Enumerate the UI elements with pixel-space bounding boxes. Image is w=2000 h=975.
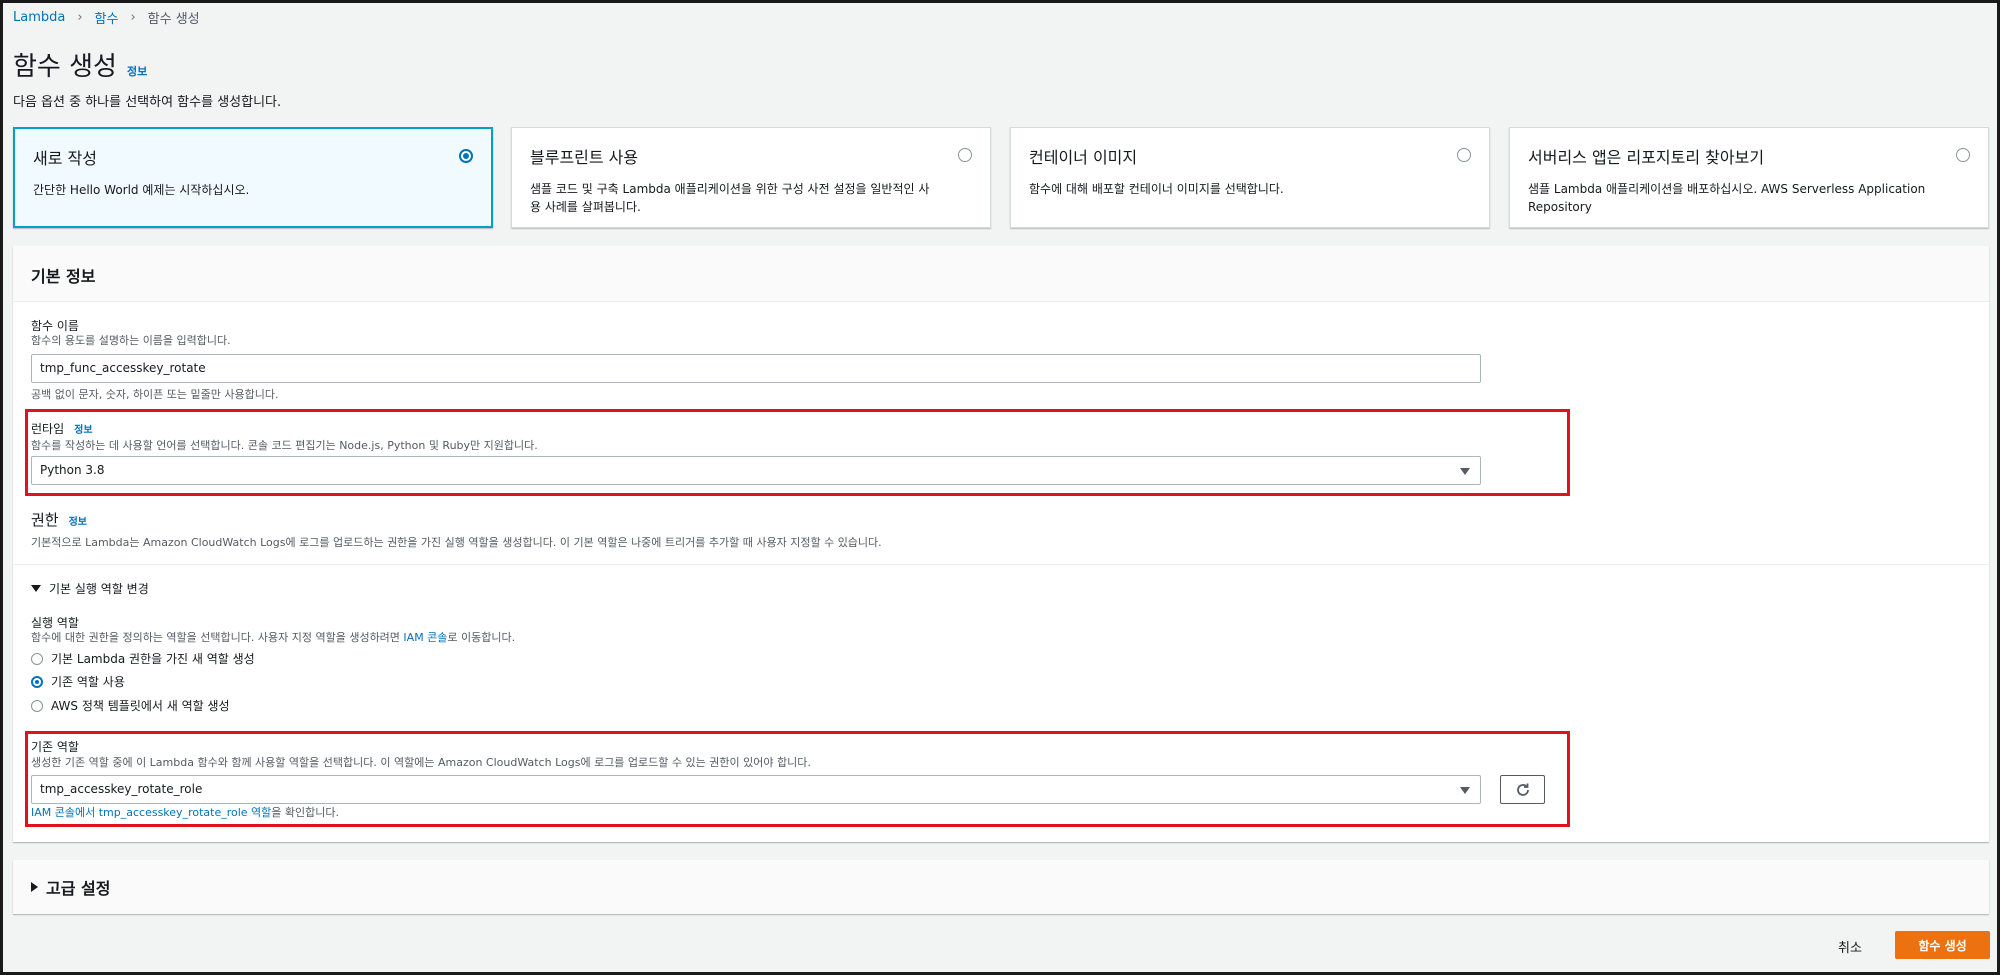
option-title: 서버리스 앱은 리포지토리 찾아보기 xyxy=(1528,148,1765,167)
permissions-title: 권한 xyxy=(31,511,59,529)
existing-role-select[interactable]: tmp_accesskey_rotate_role xyxy=(31,775,1481,804)
breadcrumb: Lambda › 함수 › 함수 생성 xyxy=(13,8,200,27)
option-blueprint[interactable]: 블루프린트 사용 샘플 코드 및 구축 Lambda 애플리케이션을 위한 구성… xyxy=(511,127,991,228)
exec-role-choice-label: AWS 정책 템플릿에서 새 역할 생성 xyxy=(51,699,230,713)
role-toggle[interactable]: 기본 실행 역할 변경 xyxy=(31,580,149,597)
iam-role-link[interactable]: IAM 콘솔에서 tmp_accesskey_rotate_role 역할 xyxy=(31,806,271,819)
runtime-description: 함수를 작성하는 데 사용할 언어를 선택합니다. 콘솔 코드 편집기는 Nod… xyxy=(31,439,538,452)
function-name-description: 함수의 용도를 설명하는 이름을 입력합니다. xyxy=(31,334,231,347)
option-serverless-repo[interactable]: 서버리스 앱은 리포지토리 찾아보기 샘플 Lambda 애플리케이션을 배포하… xyxy=(1509,127,1989,228)
permissions-description: 기본적으로 Lambda는 Amazon CloudWatch Logs에 로그… xyxy=(31,536,882,549)
page-description: 다음 옵션 중 하나를 선택하여 함수를 생성합니다. xyxy=(13,95,282,110)
radio-button[interactable] xyxy=(31,675,43,688)
breadcrumb-functions[interactable]: 함수 xyxy=(95,8,119,27)
exec-role-choice-label: 기존 역할 사용 xyxy=(51,675,125,689)
caret-down-icon xyxy=(1460,468,1470,475)
option-title: 새로 작성 xyxy=(33,149,97,168)
runtime-select-value: Python 3.8 xyxy=(40,463,105,477)
breadcrumb-current: 함수 생성 xyxy=(147,12,200,27)
existing-role-select-value: tmp_accesskey_rotate_role xyxy=(40,782,203,796)
exec-role-choice-label: 기본 Lambda 권한을 가진 새 역할 생성 xyxy=(51,652,255,666)
option-author-from-scratch[interactable]: 새로 작성 간단한 Hello World 예제는 시작하십시오. xyxy=(13,127,493,228)
runtime-select[interactable]: Python 3.8 xyxy=(31,456,1481,485)
caret-down-icon xyxy=(1460,787,1470,794)
option-title: 블루프린트 사용 xyxy=(530,148,639,167)
option-radio[interactable] xyxy=(1457,148,1471,162)
option-radio[interactable] xyxy=(1956,148,1970,162)
chevron-right-icon: › xyxy=(130,10,136,25)
advanced-settings-panel[interactable]: 고급 설정 xyxy=(13,860,1989,914)
existing-role-hint: IAM 콘솔에서 tmp_accesskey_rotate_role 역할을 확… xyxy=(31,804,339,820)
function-name-input[interactable]: tmp_func_accesskey_rotate xyxy=(31,354,1481,383)
existing-role-description: 생성한 기존 역할 중에 이 Lambda 함수와 함께 사용할 역할을 선택합… xyxy=(31,756,811,769)
advanced-settings-title: 고급 설정 xyxy=(46,879,111,898)
divider xyxy=(13,564,1989,565)
option-radio[interactable] xyxy=(459,149,473,163)
runtime-info-link[interactable]: 정보 xyxy=(74,421,92,436)
exec-role-description: 함수에 대한 권한을 정의하는 역할을 선택합니다. 사용자 지정 역할을 생성… xyxy=(31,629,515,645)
caret-down-icon xyxy=(31,585,41,592)
option-description: 샘플 코드 및 구축 Lambda 애플리케이션을 위한 구성 사전 설정을 일… xyxy=(530,182,930,214)
runtime-label-row: 런타임 정보 xyxy=(31,420,93,437)
permissions-info-link[interactable]: 정보 xyxy=(69,513,87,528)
page-title: 함수 생성 xyxy=(13,52,117,82)
radio-button[interactable] xyxy=(31,699,43,712)
exec-role-choice-template[interactable]: AWS 정책 템플릿에서 새 역할 생성 xyxy=(31,697,230,714)
create-function-button[interactable]: 함수 생성 xyxy=(1895,931,1990,959)
caret-right-icon xyxy=(31,882,38,892)
option-description: 함수에 대해 배포할 컨테이너 이미지를 선택합니다. xyxy=(1029,182,1284,196)
refresh-icon xyxy=(1516,783,1529,796)
option-description: 샘플 Lambda 애플리케이션을 배포하십시오. AWS Serverless… xyxy=(1528,182,1926,214)
existing-role-hint-suffix: 을 확인합니다. xyxy=(271,806,339,819)
basic-info-header: 기본 정보 xyxy=(13,246,1989,302)
iam-console-link[interactable]: IAM 콘솔 xyxy=(403,631,447,644)
option-title: 컨테이너 이미지 xyxy=(1029,148,1138,167)
creation-options: 새로 작성 간단한 Hello World 예제는 시작하십시오. 블루프린트 … xyxy=(13,127,1989,228)
exec-role-description-text: 함수에 대한 권한을 정의하는 역할을 선택합니다. 사용자 지정 역할을 생성… xyxy=(31,631,404,644)
exec-role-choice-existing[interactable]: 기존 역할 사용 xyxy=(31,673,125,690)
role-toggle-label: 기본 실행 역할 변경 xyxy=(49,582,149,596)
breadcrumb-lambda[interactable]: Lambda xyxy=(13,10,65,25)
chevron-right-icon: › xyxy=(77,10,83,25)
option-container-image[interactable]: 컨테이너 이미지 함수에 대해 배포할 컨테이너 이미지를 선택합니다. xyxy=(1010,127,1490,228)
exec-role-description-suffix: 로 이동합니다. xyxy=(447,631,516,644)
basic-info-panel: 기본 정보 함수 이름 함수의 용도를 설명하는 이름을 입력합니다. tmp_… xyxy=(13,246,1989,842)
refresh-roles-button[interactable] xyxy=(1500,775,1545,804)
page-title-row: 함수 생성 정보 xyxy=(13,46,147,83)
function-name-hint: 공백 없이 문자, 숫자, 하이픈 또는 밑줄만 사용합니다. xyxy=(31,388,279,401)
page-info-link[interactable]: 정보 xyxy=(127,63,147,79)
existing-role-label: 기존 역할 xyxy=(31,740,79,754)
permissions-title-row: 권한 정보 xyxy=(31,509,87,530)
option-radio[interactable] xyxy=(958,148,972,162)
radio-button[interactable] xyxy=(31,652,43,665)
cancel-button[interactable]: 취소 xyxy=(1838,937,1862,956)
exec-role-choice-new[interactable]: 기본 Lambda 권한을 가진 새 역할 생성 xyxy=(31,650,255,667)
option-description: 간단한 Hello World 예제는 시작하십시오. xyxy=(33,183,250,197)
runtime-label: 런타임 xyxy=(31,422,65,436)
